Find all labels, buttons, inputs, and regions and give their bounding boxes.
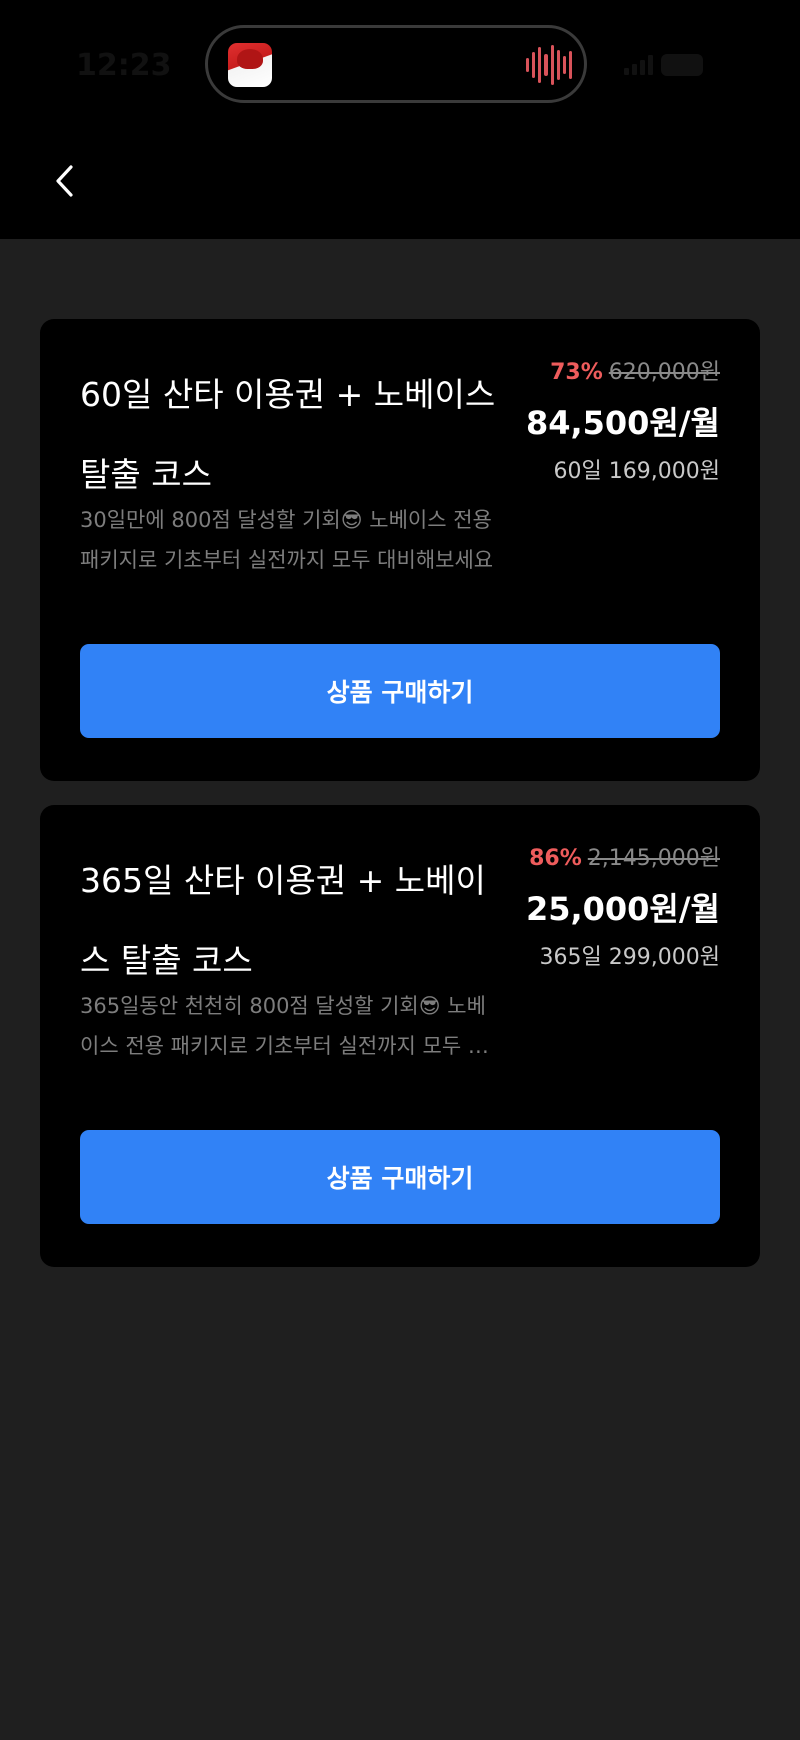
product-title: 60일 산타 이용권 + 노베이스 탈출 코스 xyxy=(80,375,496,494)
now-playing-app-icon xyxy=(228,43,272,87)
product-card: 60일 산타 이용권 + 노베이스 탈출 코스 30일만에 800점 달성할 기… xyxy=(40,319,760,781)
status-indicators xyxy=(624,52,716,78)
product-title: 365일 산타 이용권 + 노베이스 탈출 코스 xyxy=(80,861,486,980)
buy-button[interactable]: 상품 구매하기 xyxy=(80,1130,720,1224)
monthly-price: 84,500원/월 xyxy=(525,404,720,442)
discount-rate: 86% xyxy=(529,846,582,871)
dynamic-island xyxy=(205,25,587,103)
status-time: 12:23 xyxy=(76,48,172,83)
monthly-price: 25,000원/월 xyxy=(525,890,720,928)
signal-icon xyxy=(624,55,653,75)
product-card: 365일 산타 이용권 + 노베이스 탈출 코스 365일동안 천천히 800점… xyxy=(40,805,760,1267)
original-price: 2,145,000원 xyxy=(587,846,720,871)
header: 12:23 xyxy=(0,0,800,239)
product-description: 30일만에 800점 달성할 기회😎 노베이스 전용 패키지로 기초부터 실전까… xyxy=(80,508,494,572)
audio-waveform-icon xyxy=(526,45,572,85)
product-description: 365일동안 천천히 800점 달성할 기회😎 노베이스 전용 패키지로 기초부… xyxy=(80,994,488,1058)
price-block: 73% 620,000원 84,500원/월 60일 169,000원 xyxy=(480,359,720,487)
battery-icon xyxy=(661,54,703,76)
buy-button[interactable]: 상품 구매하기 xyxy=(80,644,720,738)
chevron-left-icon xyxy=(56,165,73,197)
price-block: 86% 2,145,000원 25,000원/월 365일 299,000원 xyxy=(480,845,720,973)
total-price: 60일 169,000원 xyxy=(553,459,720,484)
total-price: 365일 299,000원 xyxy=(539,945,720,970)
back-button[interactable] xyxy=(40,154,90,208)
original-price: 620,000원 xyxy=(608,360,720,385)
discount-rate: 73% xyxy=(550,360,603,385)
